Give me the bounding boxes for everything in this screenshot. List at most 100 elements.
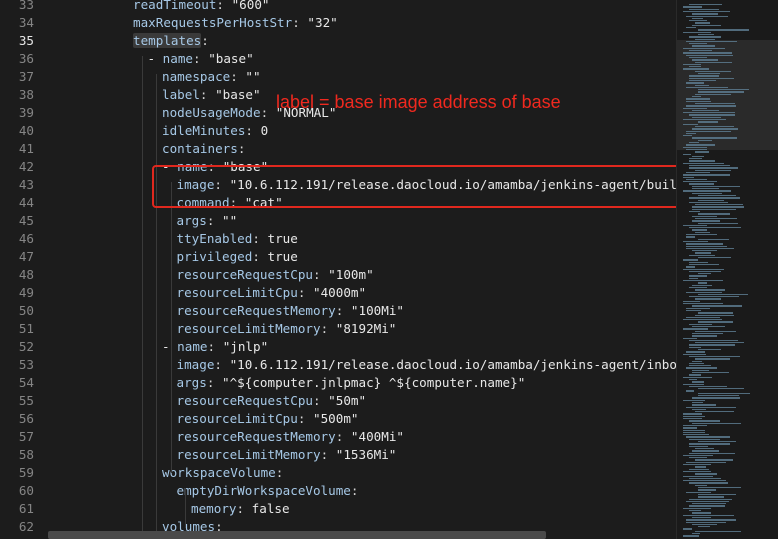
code-line[interactable]: image: "10.6.112.191/release.daocloud.io…	[177, 356, 677, 374]
minimap-line	[689, 362, 704, 365]
line-number-gutter: 33 34 35 36 37 38 39 40 41 42 43 44 45 46 47 48 49 50 51 52…	[0, 0, 48, 539]
indent-guide	[156, 74, 157, 539]
code-line[interactable]: resourceLimitMemory: "1536Mi"	[177, 446, 397, 464]
minimap-line	[692, 284, 713, 286]
colon: :	[297, 285, 313, 300]
yaml-key: resourceRequestCpu	[176, 267, 313, 282]
minimap-line	[689, 443, 730, 445]
minimap-line	[689, 197, 740, 199]
annotation-highlight-box	[152, 165, 718, 208]
minimap-line	[698, 312, 734, 314]
minimap-line	[683, 112, 735, 114]
minimap-line	[689, 438, 720, 441]
colon: :	[335, 429, 351, 444]
code-line[interactable]: maxRequestsPerHostStr: "32"	[133, 14, 338, 32]
minimap-line	[689, 77, 734, 79]
yaml-value: "jnlp"	[222, 339, 269, 354]
yaml-value: ""	[245, 69, 261, 84]
minimap-line	[683, 181, 718, 183]
code-line[interactable]: emptyDirWorkspaceVolume:	[177, 482, 359, 500]
minimap-line	[698, 194, 736, 197]
colon: :	[206, 213, 223, 228]
code-line[interactable]: resourceRequestCpu: "100m"	[177, 266, 374, 284]
code-line[interactable]: ttyEnabled: true	[177, 230, 298, 248]
yaml-key: name	[162, 51, 194, 66]
minimap-line	[689, 477, 722, 480]
minimap-line	[695, 93, 732, 96]
minimap-line	[689, 66, 701, 68]
minimap[interactable]	[676, 0, 778, 539]
minimap-line	[695, 473, 718, 475]
minimap-line	[689, 8, 720, 10]
code-line[interactable]: label: "base"	[162, 86, 261, 104]
minimap-line	[686, 491, 711, 493]
yaml-key: name	[177, 339, 208, 354]
code-line[interactable]: args: "^${computer.jnlpmac} ^${computer.…	[177, 374, 526, 392]
minimap-line	[698, 441, 736, 443]
minimap-line	[692, 397, 741, 399]
minimap-line	[683, 280, 724, 282]
minimap-line	[692, 128, 739, 130]
annotation-label: label = base image address of base	[276, 92, 561, 112]
minimap-line	[686, 291, 722, 293]
minimap-line	[689, 277, 699, 280]
minimap-line	[686, 245, 727, 247]
code-line[interactable]: resourceLimitCpu: "500m"	[177, 410, 359, 428]
code-line[interactable]: memory: false	[191, 500, 290, 518]
colon: :	[236, 501, 252, 516]
yaml-value: "base"	[208, 51, 254, 66]
minimap-line	[695, 530, 742, 533]
minimap-line	[689, 79, 717, 82]
minimap-line	[683, 418, 703, 420]
code-line[interactable]: idleMinutes: 0	[162, 122, 268, 140]
code-line[interactable]: privileged: true	[177, 248, 298, 266]
minimap-line	[698, 489, 717, 491]
code-line[interactable]: templates:	[133, 32, 209, 50]
minimap-line	[698, 121, 718, 123]
minimap-line	[695, 169, 732, 171]
colon: :	[320, 321, 336, 336]
yaml-key: resourceLimitCpu	[176, 285, 298, 300]
code-line[interactable]: resourceLimitMemory: "8192Mi"	[177, 320, 397, 338]
minimap-line	[683, 52, 732, 54]
minimap-line	[692, 372, 730, 374]
minimap-line	[686, 144, 716, 146]
code-line[interactable]: readTimeout: "600"	[133, 0, 270, 14]
minimap-line	[692, 155, 704, 158]
minimap-line	[686, 82, 705, 84]
line-number: 39	[18, 105, 34, 120]
code-line[interactable]: resourceLimitCpu: "4000m"	[177, 284, 367, 302]
code-line[interactable]: containers:	[162, 140, 245, 158]
code-line[interactable]: namespace: ""	[162, 68, 261, 86]
code-editor[interactable]: 33 34 35 36 37 38 39 40 41 42 43 44 45 46 47 48 49 50 51 52…	[0, 0, 778, 539]
minimap-line	[695, 411, 735, 413]
code-area[interactable]: readTimeout: "600" maxRequestsPerHostStr:…	[48, 0, 676, 539]
list-dash: -	[147, 51, 163, 66]
minimap-line	[692, 45, 715, 47]
code-line[interactable]: resourceRequestMemory: "100Mi"	[177, 302, 404, 320]
colon: :	[350, 483, 359, 498]
minimap-line	[695, 204, 744, 206]
line-number: 35	[18, 33, 34, 48]
minimap-line	[698, 493, 737, 496]
minimap-line	[689, 378, 698, 381]
code-line[interactable]: resourceRequestCpu: "50m"	[177, 392, 367, 410]
yaml-key: ttyEnabled	[176, 231, 253, 246]
minimap-line	[683, 470, 711, 473]
minimap-line	[683, 454, 713, 457]
yaml-key: image	[176, 357, 215, 372]
minimap-line	[683, 427, 698, 429]
yaml-key: resourceRequestMemory	[176, 429, 336, 444]
yaml-key: namespace	[162, 69, 231, 84]
code-line[interactable]: args: ""	[177, 212, 238, 230]
code-line[interactable]: resourceRequestMemory: "400Mi"	[177, 428, 404, 446]
minimap-line	[692, 206, 744, 208]
horizontal-scrollbar[interactable]	[48, 531, 546, 539]
code-line[interactable]: workspaceVolume:	[162, 464, 283, 482]
minimap-line	[689, 498, 732, 500]
minimap-line	[686, 390, 695, 392]
code-line[interactable]: - name: "jnlp"	[162, 338, 268, 356]
code-line[interactable]: - name: "base"	[148, 50, 254, 68]
minimap-line	[689, 452, 736, 454]
minimap-line	[689, 346, 701, 349]
